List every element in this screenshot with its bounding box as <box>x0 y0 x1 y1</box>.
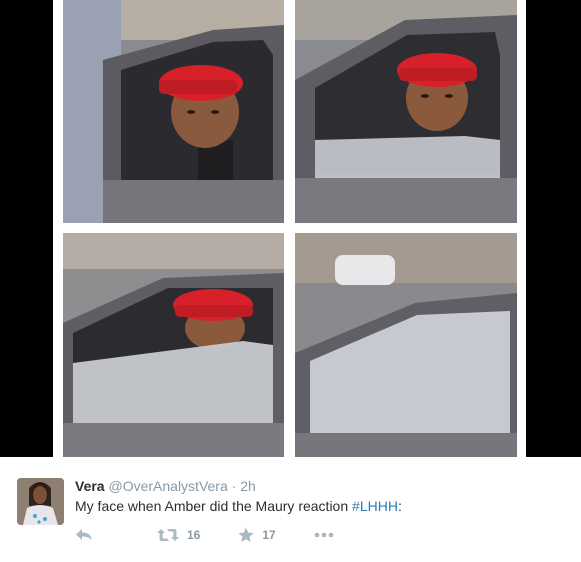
meme-panel-4 <box>295 233 517 457</box>
meme-panel-2 <box>295 0 517 223</box>
tweet-timestamp[interactable]: 2h <box>240 478 256 494</box>
favorite-button[interactable]: 17 <box>238 527 276 543</box>
reply-icon <box>76 529 92 540</box>
header-separator: · <box>231 478 237 494</box>
meme-panel-1 <box>63 0 284 223</box>
favorite-count: 17 <box>262 528 276 542</box>
avatar[interactable] <box>17 478 64 525</box>
tweet: Vera @OverAnalystVera · 2h My face when … <box>0 457 581 562</box>
more-dots-icon <box>314 532 334 538</box>
tweet-actions: 16 17 <box>75 525 334 545</box>
tweet-media[interactable] <box>0 0 581 457</box>
author-handle[interactable]: @OverAnalystVera <box>108 478 227 494</box>
tweet-header: Vera @OverAnalystVera · 2h <box>75 477 256 495</box>
hashtag-link[interactable]: #LHHH <box>352 498 398 514</box>
tweet-text-body: My face when Amber did the Maury reactio… <box>75 498 353 514</box>
author-name[interactable]: Vera <box>75 478 105 494</box>
reply-button[interactable] <box>75 528 93 542</box>
tweet-text-tail: : <box>397 498 402 514</box>
retweet-count: 16 <box>187 528 201 542</box>
tweet-text: My face when Amber did the Maury reactio… <box>75 497 402 515</box>
retweet-button[interactable]: 16 <box>157 528 200 542</box>
retweet-icon <box>157 529 179 541</box>
meme-panel-3 <box>63 233 284 457</box>
meme-image-grid[interactable] <box>53 0 526 457</box>
more-button[interactable] <box>314 532 334 538</box>
star-icon <box>238 527 254 542</box>
